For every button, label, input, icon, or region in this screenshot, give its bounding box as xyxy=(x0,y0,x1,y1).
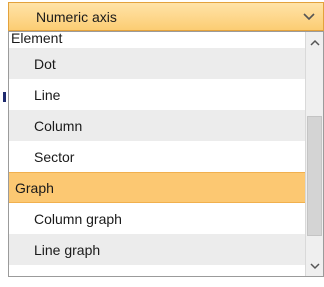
scrollbar-track[interactable] xyxy=(306,52,323,256)
dropdown-items: Element Dot Line Column Sector Graph Col… xyxy=(9,32,306,276)
axis-type-dropdown[interactable]: Numeric axis xyxy=(8,2,324,31)
list-item-label: Dot xyxy=(34,55,56,72)
group-header-element: Element xyxy=(9,32,306,48)
group-label: Element xyxy=(11,32,63,46)
chevron-down-icon[interactable] xyxy=(299,7,319,27)
dropdown-selected-value: Numeric axis xyxy=(36,9,117,25)
chevron-up-icon[interactable] xyxy=(306,32,323,52)
chevron-down-icon[interactable] xyxy=(306,256,323,276)
list-item-line[interactable]: Line xyxy=(9,79,306,110)
edge-marker xyxy=(3,92,6,102)
list-item-label: Column xyxy=(34,117,83,134)
group-label: Graph xyxy=(15,179,54,196)
dropdown-list: Element Dot Line Column Sector Graph Col… xyxy=(8,31,324,277)
list-item-label: Column graph xyxy=(34,210,122,227)
list-item-column[interactable]: Column xyxy=(9,110,306,141)
list-item-dot[interactable]: Dot xyxy=(9,48,306,79)
list-item-sector[interactable]: Sector xyxy=(9,141,306,172)
scrollbar-thumb[interactable] xyxy=(307,116,322,236)
list-item-label: Sector xyxy=(34,148,75,165)
list-item-column-graph[interactable]: Column graph xyxy=(9,203,306,234)
list-item-label: Line graph xyxy=(34,241,101,258)
list-item-label: Line xyxy=(34,86,61,103)
list-item-line-graph[interactable]: Line graph xyxy=(9,234,306,265)
group-header-graph[interactable]: Graph xyxy=(9,172,306,203)
vertical-scrollbar[interactable] xyxy=(305,32,323,276)
